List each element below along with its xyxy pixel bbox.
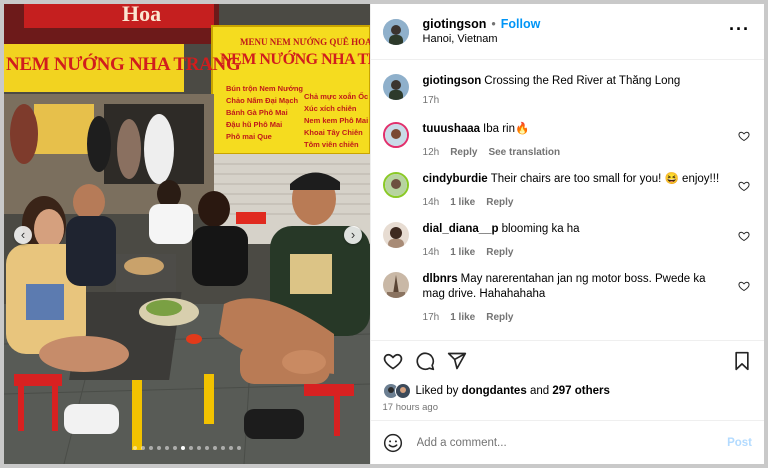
carousel-dot [236, 446, 241, 450]
menu-item: Xúc xích chiên [304, 104, 357, 113]
post-time[interactable]: 17 hours ago [371, 402, 764, 420]
next-photo-button[interactable]: › [344, 226, 362, 244]
carousel-dot-active [180, 446, 185, 450]
comment-item: dial_diana__p blooming ka ha 14h 1 like Rep… [382, 222, 752, 258]
menu-item: Nem kem Phô Mai [304, 116, 369, 125]
reply-button[interactable]: Reply [486, 197, 513, 208]
menu-item: Đậu hũ Phô Mai [226, 120, 283, 129]
comment-item: dlbnrs May narerentahan jan ng motor boss… [382, 272, 752, 323]
menu-item: Chảo Nấm Đại Mạch [226, 96, 299, 105]
others-count[interactable]: 297 others [552, 385, 610, 397]
comment-item: tuuushaaa Iba rin🔥 12h Reply See translatio… [382, 122, 752, 158]
reply-button[interactable]: Reply [450, 147, 477, 158]
like-heart-icon[interactable] [383, 351, 403, 371]
comment-username[interactable]: cindyburdie [423, 173, 488, 185]
comment-item: cindyburdie Their chairs are too small fo… [382, 172, 752, 208]
caption-time[interactable]: 17h [423, 95, 440, 106]
carousel-dot [220, 446, 225, 450]
heart-icon[interactable] [738, 230, 750, 242]
liker-username[interactable]: dongdantes [462, 385, 527, 397]
comment-text: Their chairs are too small for you! 😆 en… [490, 173, 720, 185]
menu-item: Tôm viên chiên [304, 140, 359, 149]
menu-board-heading: NEM NƯỚNG NHA TRANG [220, 51, 370, 68]
carousel-dot [148, 446, 153, 450]
author-avatar[interactable] [382, 18, 409, 45]
comments-list: giotingson Crossing the Red River at Thăn… [371, 60, 764, 340]
post-dialog: Hoa NEM NƯỚNG NHA TRANG MENU NEM NƯỚNG Q… [4, 4, 764, 464]
carousel-dot [212, 446, 217, 450]
reply-button[interactable]: Reply [486, 247, 513, 258]
commenter-avatar[interactable] [382, 272, 409, 298]
post-photo[interactable]: Hoa NEM NƯỚNG NHA TRANG MENU NEM NƯỚNG Q… [4, 4, 370, 464]
menu-item: Phô mai Que [226, 132, 272, 141]
comment-time[interactable]: 14h [423, 247, 440, 258]
author-info: giotingson • Follow Hanoi, Vietnam [423, 17, 541, 47]
follow-button[interactable]: Follow [501, 17, 541, 31]
emoji-icon[interactable] [383, 433, 403, 453]
comment-username[interactable]: dial_diana__p [423, 223, 499, 235]
caption-text: Crossing the Red River at Thăng Long [484, 75, 681, 87]
carousel-dot [188, 446, 193, 450]
comment-input[interactable] [414, 435, 699, 450]
liked-by-and: and [529, 385, 550, 397]
share-icon[interactable] [447, 351, 467, 371]
left-banner-text: NEM NƯỚNG NHA TRANG [6, 54, 241, 75]
menu-item: Bánh Gà Phô Mai [226, 108, 288, 117]
post-actions [370, 340, 764, 380]
chevron-left-icon: ‹ [20, 227, 26, 242]
caption-username[interactable]: giotingson [423, 75, 482, 87]
carousel-dot [156, 446, 161, 450]
comment-likes[interactable]: 1 like [450, 197, 475, 208]
comment-username[interactable]: tuuushaaa [423, 123, 481, 135]
commenter-avatar[interactable] [382, 122, 409, 148]
menu-item: Chả mực xoắn Ốc [304, 92, 369, 101]
carousel-dot [140, 446, 145, 450]
comment-time[interactable]: 17h [423, 312, 440, 323]
liker-avatar[interactable] [394, 383, 411, 399]
comment-time[interactable]: 12h [423, 147, 440, 158]
menu-item: Khoai Tây Chiên [304, 128, 363, 137]
previous-photo-button[interactable]: ‹ [14, 226, 32, 244]
carousel-dot [164, 446, 169, 450]
carousel-dot [132, 446, 137, 450]
comment-text: blooming ka ha [501, 223, 580, 235]
liked-by-prefix: Liked by [415, 385, 459, 397]
separator-dot: • [491, 16, 496, 31]
commenter-avatar[interactable] [382, 172, 409, 198]
reply-button[interactable]: Reply [486, 312, 513, 323]
comment-likes[interactable]: 1 like [450, 312, 475, 323]
comment-icon[interactable] [415, 351, 435, 371]
menu-item: Bún trộn Nem Nướng [226, 84, 304, 93]
carousel-indicator [4, 446, 370, 450]
more-horizontal-icon[interactable]: ··· [729, 20, 750, 38]
shop-sign-top: Hoa [122, 4, 162, 26]
likes-summary: Liked by dongdantes and 297 others [371, 380, 764, 402]
comment-time[interactable]: 14h [423, 197, 440, 208]
comment-text: Iba rin🔥 [483, 123, 530, 135]
add-comment-bar: Post [370, 420, 764, 464]
author-avatar[interactable] [382, 74, 409, 100]
bookmark-icon[interactable] [732, 351, 752, 371]
chevron-right-icon: › [350, 227, 356, 242]
post-sidebar: giotingson • Follow Hanoi, Vietnam ··· gio… [369, 4, 764, 464]
carousel-dot [172, 446, 177, 450]
post-location[interactable]: Hanoi, Vietnam [423, 32, 541, 47]
carousel-dot [196, 446, 201, 450]
heart-icon[interactable] [738, 130, 750, 142]
menu-board-title: MENU NEM NƯỚNG QUÊ HOA [240, 37, 370, 47]
heart-icon[interactable] [738, 180, 750, 192]
see-translation-button[interactable]: See translation [488, 147, 560, 158]
author-username[interactable]: giotingson [423, 17, 487, 31]
commenter-avatar[interactable] [382, 222, 409, 248]
comment-likes[interactable]: 1 like [450, 247, 475, 258]
post-header: giotingson • Follow Hanoi, Vietnam ··· [370, 4, 764, 60]
post-comment-button[interactable]: Post [727, 437, 752, 449]
comment-username[interactable]: dlbnrs [423, 273, 458, 285]
comment-text: May narerentahan jan ng motor boss. Pwed… [422, 273, 706, 300]
caption: giotingson Crossing the Red River at Thăn… [382, 74, 752, 106]
carousel-dot [228, 446, 233, 450]
carousel-dot [204, 446, 209, 450]
heart-icon[interactable] [738, 280, 750, 292]
